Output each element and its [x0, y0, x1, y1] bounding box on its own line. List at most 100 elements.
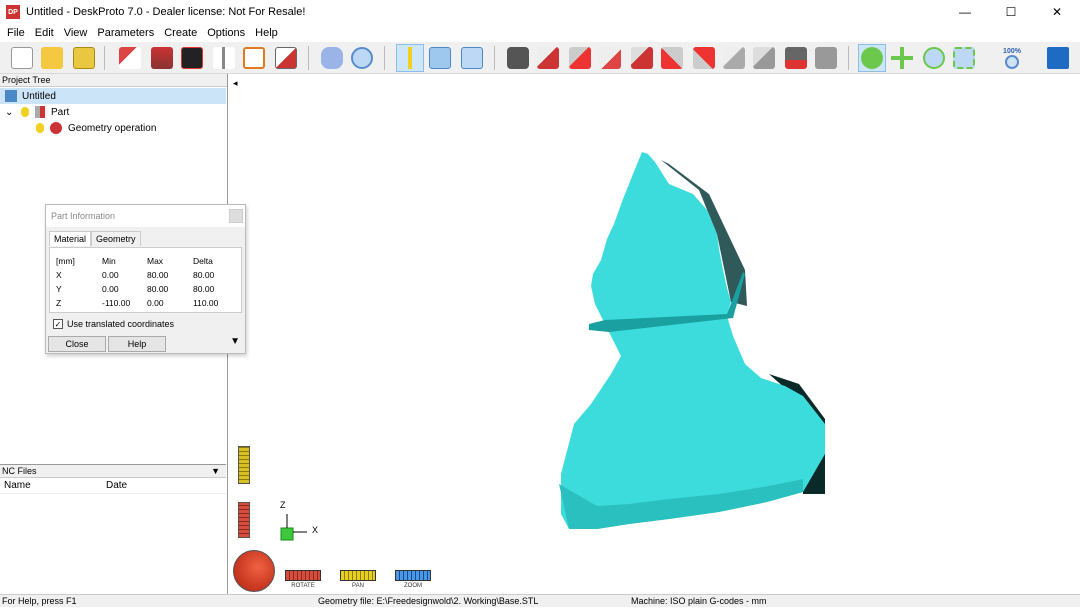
new-file-icon — [11, 47, 33, 69]
row-max: 0.00 — [147, 298, 164, 308]
zoom-mode-button[interactable] — [920, 44, 948, 72]
nc-files-header: NC Files ▼ — [0, 465, 226, 478]
load-part-button[interactable] — [116, 44, 144, 72]
view-back-button[interactable] — [596, 44, 624, 72]
status-help: For Help, press F1 — [2, 596, 77, 606]
menu-bar: File Edit View Parameters Create Options… — [0, 24, 1080, 42]
header-max: Max — [147, 256, 164, 266]
axis-label-x: X — [312, 525, 319, 535]
model-base — [561, 152, 825, 529]
operation-icon — [50, 122, 62, 134]
info-button[interactable] — [396, 44, 424, 72]
zoom-window-icon — [953, 47, 975, 69]
cube-red-icon — [631, 47, 653, 69]
zoom-window-button[interactable] — [950, 44, 978, 72]
expand-arrow-icon[interactable]: ▼ — [230, 336, 240, 347]
view-front-button[interactable] — [566, 44, 594, 72]
pan-mode-wheel[interactable] — [340, 570, 376, 581]
folder-icon — [41, 47, 63, 69]
new-file-button[interactable] — [8, 44, 36, 72]
shape-button[interactable] — [318, 44, 346, 72]
lightbulb-icon — [21, 107, 29, 117]
menu-parameters[interactable]: Parameters — [92, 27, 159, 39]
cube-red-icon — [569, 47, 591, 69]
view-wire-button[interactable] — [750, 44, 778, 72]
view-iso-button[interactable] — [534, 44, 562, 72]
window-view-button[interactable] — [458, 44, 486, 72]
tree-item-operation[interactable]: Geometry operation — [0, 120, 156, 136]
export-button[interactable] — [272, 44, 300, 72]
view-bottom-button[interactable] — [720, 44, 748, 72]
close-button[interactable]: ✕ — [1034, 0, 1080, 24]
view-left-button[interactable] — [628, 44, 656, 72]
app-icon: DP — [6, 5, 20, 19]
maximize-button[interactable]: ☐ — [988, 0, 1034, 24]
collapse-arrow-icon[interactable]: ◂ — [233, 78, 238, 89]
info-icon — [399, 47, 421, 69]
row-max: 80.00 — [147, 284, 169, 294]
screenshot-button[interactable] — [782, 44, 810, 72]
nc-files-dropdown-icon[interactable]: ▼ — [211, 465, 220, 478]
dimensions-table: [mm] Min Max Delta X 0.00 80.00 80.00 Y … — [49, 247, 242, 313]
menu-file[interactable]: File — [2, 27, 30, 39]
zoom-wheel-slider[interactable] — [238, 446, 250, 484]
expand-toggle-icon[interactable]: ⌄ — [5, 107, 17, 118]
tree-item-part[interactable]: ⌄ Part — [0, 104, 69, 120]
checkbox-label: Use translated coordinates — [67, 319, 175, 329]
help-book-button[interactable] — [1044, 44, 1072, 72]
zoom-100-icon — [1005, 54, 1019, 69]
tree-item-project[interactable]: Untitled — [0, 88, 226, 104]
nc-files-title: NC Files — [2, 466, 37, 476]
rotate-mode-button[interactable] — [858, 44, 886, 72]
translated-coordinates-checkbox[interactable]: ✓ Use translated coordinates — [53, 319, 174, 329]
pan-mode-button[interactable] — [888, 44, 916, 72]
window-title: Untitled - DeskProto 7.0 - Dealer licens… — [26, 6, 306, 18]
layout-button[interactable] — [426, 44, 454, 72]
dialog-close-button[interactable] — [229, 209, 243, 223]
menu-help[interactable]: Help — [250, 27, 283, 39]
checkbox-check-icon[interactable]: ✓ — [53, 319, 63, 329]
column-name[interactable]: Name — [4, 480, 106, 491]
open-file-button[interactable] — [38, 44, 66, 72]
tool-icon — [213, 47, 235, 69]
row-delta: 110.00 — [193, 298, 219, 308]
3d-viewport[interactable]: Z X — [229, 74, 1080, 594]
header-min: Min — [102, 256, 116, 266]
screenshot-file-button[interactable] — [812, 44, 840, 72]
menu-options[interactable]: Options — [202, 27, 250, 39]
camera-button[interactable] — [504, 44, 532, 72]
zoom-100-button[interactable]: 100% — [998, 44, 1026, 72]
lightbulb-icon — [36, 123, 44, 133]
menu-edit[interactable]: Edit — [30, 27, 59, 39]
zoom-mode-wheel[interactable] — [395, 570, 431, 581]
magnifier-icon — [351, 47, 373, 69]
part-tool-button[interactable] — [148, 44, 176, 72]
zoom-in-icon — [923, 47, 945, 69]
axis-label-z: Z — [280, 500, 286, 510]
help-button[interactable]: Help — [108, 336, 166, 352]
view-top-button[interactable] — [690, 44, 718, 72]
rotate-mode-wheel[interactable] — [285, 570, 321, 581]
zoom-100-label: 100% — [1003, 47, 1021, 55]
menu-view[interactable]: View — [59, 27, 93, 39]
save-file-button[interactable] — [70, 44, 98, 72]
header-delta: Delta — [193, 256, 213, 266]
project-icon — [5, 90, 17, 102]
column-date[interactable]: Date — [106, 480, 127, 491]
close-dialog-button[interactable]: Close — [48, 336, 106, 352]
rotate-wheel-slider[interactable] — [238, 502, 250, 538]
tool-button[interactable] — [210, 44, 238, 72]
view-right-button[interactable] — [658, 44, 686, 72]
image-button[interactable] — [178, 44, 206, 72]
menu-create[interactable]: Create — [159, 27, 202, 39]
header-unit: [mm] — [56, 256, 75, 266]
export-icon — [275, 47, 297, 69]
drawing-button[interactable] — [240, 44, 268, 72]
model-render — [280, 152, 825, 541]
tab-geometry[interactable]: Geometry — [91, 231, 141, 246]
minimize-button[interactable]: — — [942, 0, 988, 24]
camera-icon — [507, 47, 529, 69]
rotate-dial[interactable] — [233, 550, 275, 592]
tab-material[interactable]: Material — [49, 231, 92, 246]
search-button[interactable] — [348, 44, 376, 72]
